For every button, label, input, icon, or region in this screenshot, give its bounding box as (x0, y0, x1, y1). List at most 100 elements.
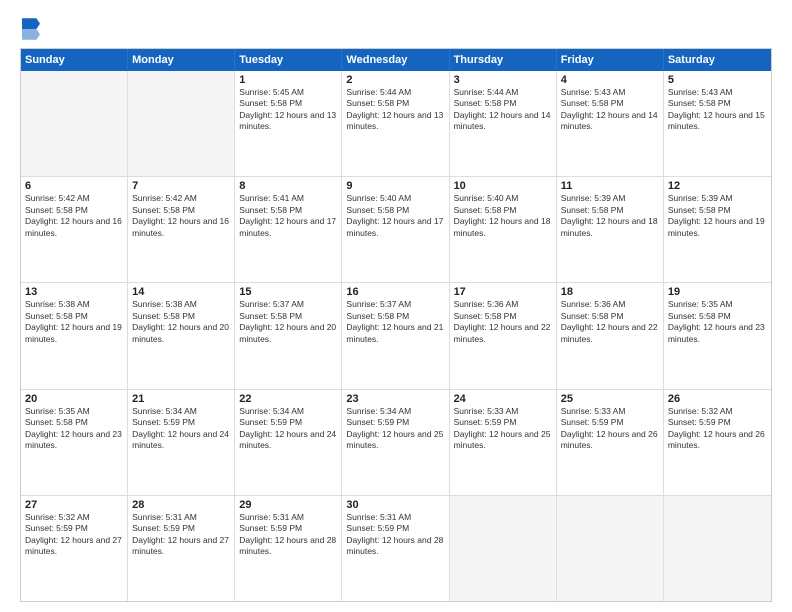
cell-info: Sunrise: 5:37 AM Sunset: 5:58 PM Dayligh… (239, 299, 337, 345)
calendar-cell: 6Sunrise: 5:42 AM Sunset: 5:58 PM Daylig… (21, 177, 128, 282)
cell-info: Sunrise: 5:31 AM Sunset: 5:59 PM Dayligh… (239, 512, 337, 558)
cell-date: 26 (668, 393, 767, 405)
cell-date: 3 (454, 74, 552, 86)
cell-info: Sunrise: 5:36 AM Sunset: 5:58 PM Dayligh… (561, 299, 659, 345)
calendar-cell: 8Sunrise: 5:41 AM Sunset: 5:58 PM Daylig… (235, 177, 342, 282)
cell-info: Sunrise: 5:35 AM Sunset: 5:58 PM Dayligh… (25, 406, 123, 452)
calendar-cell (128, 71, 235, 176)
calendar-cell: 14Sunrise: 5:38 AM Sunset: 5:58 PM Dayli… (128, 283, 235, 388)
calendar-cell: 7Sunrise: 5:42 AM Sunset: 5:58 PM Daylig… (128, 177, 235, 282)
calendar-cell: 21Sunrise: 5:34 AM Sunset: 5:59 PM Dayli… (128, 390, 235, 495)
calendar-cell: 26Sunrise: 5:32 AM Sunset: 5:59 PM Dayli… (664, 390, 771, 495)
calendar-cell: 28Sunrise: 5:31 AM Sunset: 5:59 PM Dayli… (128, 496, 235, 601)
cell-info: Sunrise: 5:31 AM Sunset: 5:59 PM Dayligh… (132, 512, 230, 558)
cell-date: 18 (561, 286, 659, 298)
calendar-cell: 19Sunrise: 5:35 AM Sunset: 5:58 PM Dayli… (664, 283, 771, 388)
cell-info: Sunrise: 5:39 AM Sunset: 5:58 PM Dayligh… (668, 193, 767, 239)
cell-info: Sunrise: 5:38 AM Sunset: 5:58 PM Dayligh… (132, 299, 230, 345)
calendar-day-name: Wednesday (342, 49, 449, 71)
cell-date: 15 (239, 286, 337, 298)
cell-date: 8 (239, 180, 337, 192)
cell-date: 20 (25, 393, 123, 405)
cell-date: 13 (25, 286, 123, 298)
page: SundayMondayTuesdayWednesdayThursdayFrid… (0, 0, 792, 612)
calendar-cell: 11Sunrise: 5:39 AM Sunset: 5:58 PM Dayli… (557, 177, 664, 282)
cell-date: 27 (25, 499, 123, 511)
calendar-day-name: Saturday (664, 49, 771, 71)
calendar-cell: 10Sunrise: 5:40 AM Sunset: 5:58 PM Dayli… (450, 177, 557, 282)
cell-date: 4 (561, 74, 659, 86)
cell-info: Sunrise: 5:36 AM Sunset: 5:58 PM Dayligh… (454, 299, 552, 345)
calendar-cell: 3Sunrise: 5:44 AM Sunset: 5:58 PM Daylig… (450, 71, 557, 176)
cell-date: 7 (132, 180, 230, 192)
cell-date: 21 (132, 393, 230, 405)
calendar-cell: 15Sunrise: 5:37 AM Sunset: 5:58 PM Dayli… (235, 283, 342, 388)
calendar-cell: 9Sunrise: 5:40 AM Sunset: 5:58 PM Daylig… (342, 177, 449, 282)
calendar-cell (21, 71, 128, 176)
calendar-cell: 24Sunrise: 5:33 AM Sunset: 5:59 PM Dayli… (450, 390, 557, 495)
calendar-row: 13 Sunrise: 5:38 AM Sunset: 5:58 PM Dayli… (21, 282, 771, 388)
calendar-cell: 29Sunrise: 5:31 AM Sunset: 5:59 PM Dayli… (235, 496, 342, 601)
cell-date: 6 (25, 180, 123, 192)
calendar-cell: 22Sunrise: 5:34 AM Sunset: 5:59 PM Dayli… (235, 390, 342, 495)
cell-date: 12 (668, 180, 767, 192)
calendar-cell: 2Sunrise: 5:44 AM Sunset: 5:58 PM Daylig… (342, 71, 449, 176)
cell-info: Sunrise: 5:32 AM Sunset: 5:59 PM Dayligh… (25, 512, 123, 558)
cell-info: Sunrise: 5:44 AM Sunset: 5:58 PM Dayligh… (346, 87, 444, 133)
calendar-cell (450, 496, 557, 601)
cell-date: 22 (239, 393, 337, 405)
cell-info: Sunrise: 5:42 AM Sunset: 5:58 PM Dayligh… (132, 193, 230, 239)
cell-date: 16 (346, 286, 444, 298)
cell-date: 19 (668, 286, 767, 298)
calendar-cell: 25Sunrise: 5:33 AM Sunset: 5:59 PM Dayli… (557, 390, 664, 495)
cell-info: Sunrise: 5:35 AM Sunset: 5:58 PM Dayligh… (668, 299, 767, 345)
calendar-header: SundayMondayTuesdayWednesdayThursdayFrid… (21, 49, 771, 71)
cell-info: Sunrise: 5:31 AM Sunset: 5:59 PM Dayligh… (346, 512, 444, 558)
calendar-row: 1Sunrise: 5:45 AM Sunset: 5:58 PM Daylig… (21, 71, 771, 176)
calendar-cell (664, 496, 771, 601)
calendar-body: 1Sunrise: 5:45 AM Sunset: 5:58 PM Daylig… (21, 71, 771, 601)
cell-date: 25 (561, 393, 659, 405)
calendar-cell: 18Sunrise: 5:36 AM Sunset: 5:58 PM Dayli… (557, 283, 664, 388)
cell-date: 23 (346, 393, 444, 405)
cell-date: 1 (239, 74, 337, 86)
cell-date: 24 (454, 393, 552, 405)
cell-info: Sunrise: 5:43 AM Sunset: 5:58 PM Dayligh… (668, 87, 767, 133)
cell-info: Sunrise: 5:37 AM Sunset: 5:58 PM Dayligh… (346, 299, 444, 345)
cell-info: Sunrise: 5:42 AM Sunset: 5:58 PM Dayligh… (25, 193, 123, 239)
header (20, 18, 772, 40)
cell-info: Sunrise: 5:39 AM Sunset: 5:58 PM Dayligh… (561, 193, 659, 239)
logo (20, 18, 44, 40)
calendar-row: 20Sunrise: 5:35 AM Sunset: 5:58 PM Dayli… (21, 389, 771, 495)
cell-date: 2 (346, 74, 444, 86)
calendar-row: 6Sunrise: 5:42 AM Sunset: 5:58 PM Daylig… (21, 176, 771, 282)
cell-info: Sunrise: 5:45 AM Sunset: 5:58 PM Dayligh… (239, 87, 337, 133)
cell-info: Sunrise: 5:43 AM Sunset: 5:58 PM Dayligh… (561, 87, 659, 133)
cell-info: Sunrise: 5:33 AM Sunset: 5:59 PM Dayligh… (561, 406, 659, 452)
calendar-cell: 1Sunrise: 5:45 AM Sunset: 5:58 PM Daylig… (235, 71, 342, 176)
cell-info: Sunrise: 5:40 AM Sunset: 5:58 PM Dayligh… (346, 193, 444, 239)
cell-date: 30 (346, 499, 444, 511)
cell-date: 9 (346, 180, 444, 192)
calendar-cell: 12Sunrise: 5:39 AM Sunset: 5:58 PM Dayli… (664, 177, 771, 282)
calendar-cell: 16Sunrise: 5:37 AM Sunset: 5:58 PM Dayli… (342, 283, 449, 388)
cell-info: Sunrise: 5:34 AM Sunset: 5:59 PM Dayligh… (132, 406, 230, 452)
cell-date: 10 (454, 180, 552, 192)
cell-date: 29 (239, 499, 337, 511)
logo-icon (22, 18, 40, 40)
cell-info: Sunrise: 5:32 AM Sunset: 5:59 PM Dayligh… (668, 406, 767, 452)
calendar-day-name: Friday (557, 49, 664, 71)
calendar-cell: 20Sunrise: 5:35 AM Sunset: 5:58 PM Dayli… (21, 390, 128, 495)
cell-info: Sunrise: 5:40 AM Sunset: 5:58 PM Dayligh… (454, 193, 552, 239)
calendar-cell: 27Sunrise: 5:32 AM Sunset: 5:59 PM Dayli… (21, 496, 128, 601)
cell-info: Sunrise: 5:33 AM Sunset: 5:59 PM Dayligh… (454, 406, 552, 452)
cell-info: Sunrise: 5:44 AM Sunset: 5:58 PM Dayligh… (454, 87, 552, 133)
calendar-cell: 5Sunrise: 5:43 AM Sunset: 5:58 PM Daylig… (664, 71, 771, 176)
calendar-row: 27Sunrise: 5:32 AM Sunset: 5:59 PM Dayli… (21, 495, 771, 601)
calendar-day-name: Tuesday (235, 49, 342, 71)
calendar-cell: 17Sunrise: 5:36 AM Sunset: 5:58 PM Dayli… (450, 283, 557, 388)
calendar-day-name: Thursday (450, 49, 557, 71)
cell-date: 17 (454, 286, 552, 298)
cell-date: 5 (668, 74, 767, 86)
calendar-cell: 4Sunrise: 5:43 AM Sunset: 5:58 PM Daylig… (557, 71, 664, 176)
